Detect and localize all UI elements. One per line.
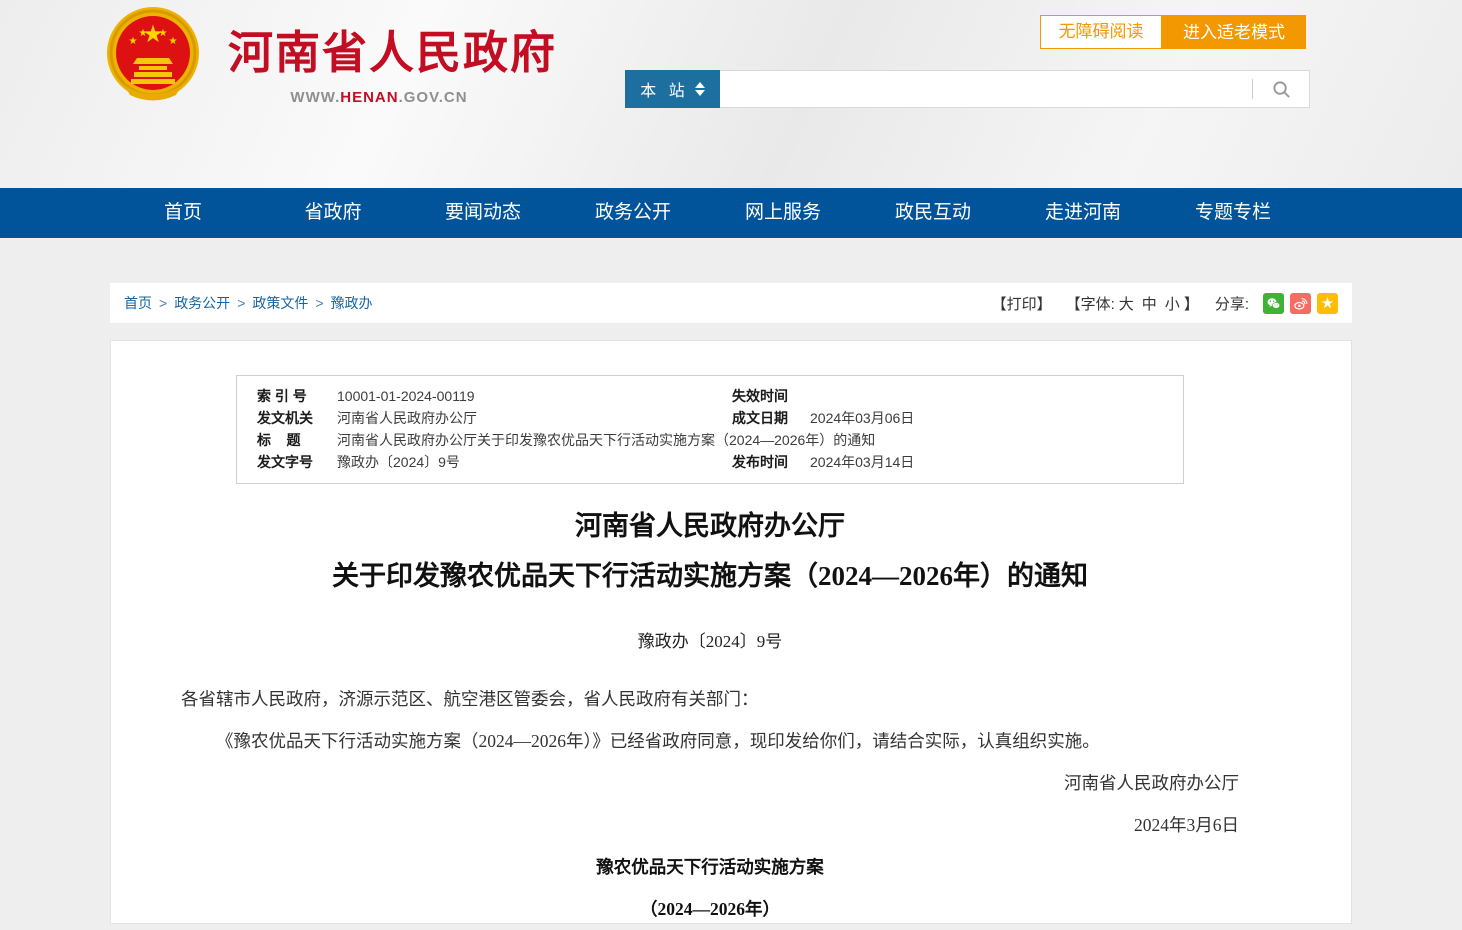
main-nav: 首页 省政府 要闻动态 政务公开 网上服务 政民互动 走进河南 专题专栏	[0, 188, 1462, 238]
signature-date: 2024年3月6日	[181, 804, 1239, 846]
meta-label-issue-date: 成文日期	[732, 407, 810, 429]
meta-label-doc-number: 发文字号	[257, 451, 337, 473]
meta-label-expiry-time: 失效时间	[732, 385, 810, 407]
nav-item-about-henan[interactable]: 走进河南	[1008, 188, 1158, 238]
attachment-title-line1: 豫农优品天下行活动实施方案	[181, 846, 1239, 888]
nav-item-online-services[interactable]: 网上服务	[708, 188, 858, 238]
meta-value-expiry-time	[810, 385, 1183, 407]
meta-row-index: 索 引 号 10001-01-2024-00119 失效时间	[237, 385, 1183, 407]
breadcrumb-separator: >	[159, 295, 167, 311]
breadcrumb-policy-documents[interactable]: 政策文件	[252, 293, 308, 313]
elder-mode-button[interactable]: 进入适老模式	[1162, 15, 1306, 49]
breadcrumb-current: 豫政办	[331, 293, 373, 313]
wechat-share-icon[interactable]	[1263, 293, 1284, 314]
breadcrumb-separator: >	[315, 295, 323, 311]
paragraph-notice: 《豫农优品天下行活动实施方案（2024—2026年）》已经省政府同意，现印发给你…	[181, 720, 1239, 762]
nav-item-government-affairs[interactable]: 政务公开	[558, 188, 708, 238]
meta-value-issue-date: 2024年03月06日	[810, 407, 1183, 429]
document-text: 各省辖市人民政府，济源示范区、航空港区管委会，省人民政府有关部门： 《豫农优品天…	[181, 678, 1239, 930]
site-url-highlight: HENAN	[340, 89, 398, 106]
breadcrumb-government-affairs[interactable]: 政务公开	[174, 293, 230, 313]
search-bar: 本 站	[625, 70, 1310, 108]
svg-text:★: ★	[169, 36, 178, 47]
search-icon	[1272, 80, 1291, 99]
document-number: 豫政办〔2024〕9号	[181, 627, 1239, 652]
font-size-medium-button[interactable]: 中	[1142, 293, 1157, 314]
nav-item-provincial-government[interactable]: 省政府	[258, 188, 408, 238]
meta-label-publish-time: 发布时间	[732, 451, 810, 473]
article-container: 索 引 号 10001-01-2024-00119 失效时间 发文机关 河南省人…	[110, 340, 1352, 924]
meta-label-issuing-agency: 发文机关	[257, 407, 337, 429]
meta-row-title: 标 题 河南省人民政府办公厅关于印发豫农优品天下行活动实施方案（2024—202…	[237, 429, 1183, 451]
signature-agency: 河南省人民政府办公厅	[181, 762, 1239, 804]
meta-label-title: 标 题	[257, 429, 337, 451]
document-title-line1: 河南省人民政府办公厅	[181, 501, 1239, 551]
search-scope-dropdown[interactable]: 本 站	[625, 70, 720, 108]
search-scope-label: 本 站	[640, 77, 688, 101]
qzone-share-icon[interactable]: ★	[1317, 293, 1338, 314]
print-button[interactable]: 【打印】	[992, 293, 1052, 314]
document-title-line2: 关于印发豫农优品天下行活动实施方案（2024—2026年）的通知	[181, 551, 1239, 601]
site-header: ★ ★ ★ ★ ★ 河南省人民政府 WWW.HENAN.GOV.CN 无障碍阅读…	[0, 0, 1462, 188]
meta-row-issuing-agency: 发文机关 河南省人民政府办公厅 成文日期 2024年03月06日	[237, 407, 1183, 429]
font-size-small-button[interactable]: 小	[1165, 293, 1180, 314]
paragraph-recipients: 各省辖市人民政府，济源示范区、航空港区管委会，省人民政府有关部门：	[181, 678, 1239, 720]
search-input-wrap	[720, 70, 1310, 108]
svg-text:★: ★	[159, 28, 168, 39]
site-url: WWW.HENAN.GOV.CN	[228, 89, 530, 106]
svg-text:★: ★	[139, 28, 148, 39]
share-label: 分享:	[1215, 293, 1249, 314]
breadcrumb-separator: >	[237, 295, 245, 311]
meta-label-index-number: 索 引 号	[257, 385, 337, 407]
nav-item-interaction[interactable]: 政民互动	[858, 188, 1008, 238]
spinner-arrows-icon	[695, 82, 705, 96]
document-body-area: 河南省人民政府办公厅 关于印发豫农优品天下行活动实施方案（2024—2026年）…	[111, 501, 1353, 930]
meta-value-publish-time: 2024年03月14日	[810, 451, 1183, 473]
font-size-label-close: 】	[1184, 293, 1199, 314]
nav-item-home[interactable]: 首页	[108, 188, 258, 238]
breadcrumb-home[interactable]: 首页	[124, 293, 152, 313]
site-identity: 河南省人民政府 WWW.HENAN.GOV.CN	[228, 16, 530, 106]
meta-value-doc-number: 豫政办〔2024〕9号	[337, 451, 732, 473]
meta-value-issuing-agency: 河南省人民政府办公厅	[337, 407, 732, 429]
main-nav-items: 首页 省政府 要闻动态 政务公开 网上服务 政民互动 走进河南 专题专栏	[108, 188, 1308, 238]
document-meta-table: 索 引 号 10001-01-2024-00119 失效时间 发文机关 河南省人…	[236, 375, 1184, 484]
font-size-large-button[interactable]: 大	[1119, 293, 1134, 314]
nav-item-special-topics[interactable]: 专题专栏	[1158, 188, 1308, 238]
weibo-share-icon[interactable]	[1290, 293, 1311, 314]
accessible-reading-button[interactable]: 无障碍阅读	[1040, 15, 1162, 49]
nav-item-news[interactable]: 要闻动态	[408, 188, 558, 238]
svg-text:★: ★	[129, 36, 138, 47]
search-input[interactable]	[720, 72, 1252, 106]
breadcrumb-strip: 首页 > 政务公开 > 政策文件 > 豫政办 【打印】 【字体: 大 中 小 】…	[110, 283, 1352, 323]
meta-value-title: 河南省人民政府办公厅关于印发豫农优品天下行活动实施方案（2024—2026年）的…	[337, 429, 1183, 451]
site-url-prefix: WWW.	[290, 89, 340, 106]
font-size-label: 【字体:	[1066, 293, 1115, 314]
header-mode-buttons: 无障碍阅读 进入适老模式	[1040, 15, 1306, 49]
meta-row-doc-number: 发文字号 豫政办〔2024〕9号 发布时间 2024年03月14日	[237, 451, 1183, 473]
site-title: 河南省人民政府	[228, 16, 530, 81]
site-url-suffix: .GOV.CN	[399, 89, 468, 106]
meta-value-index-number: 10001-01-2024-00119	[337, 385, 732, 407]
page-toolbar: 【打印】 【字体: 大 中 小 】 分享: ★	[992, 293, 1338, 314]
national-emblem-logo: ★ ★ ★ ★ ★	[103, 6, 203, 106]
search-button[interactable]	[1253, 71, 1309, 107]
